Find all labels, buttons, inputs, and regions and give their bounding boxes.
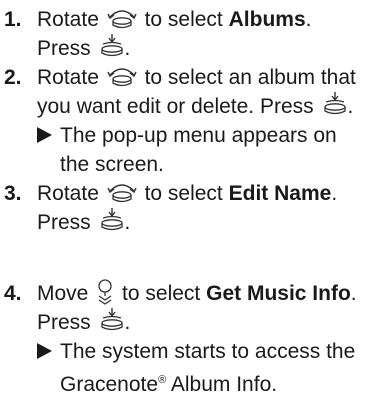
- punctuation: .: [347, 95, 354, 118]
- interface-dial-rotate-icon: [107, 64, 137, 88]
- interface-dial-rotate-icon: [107, 180, 137, 204]
- step-result-note: The system starts to access the: [37, 337, 355, 366]
- step-number: 4.: [4, 282, 22, 305]
- menu-item-name: Albums: [228, 8, 306, 31]
- result-arrow-icon: [37, 127, 52, 143]
- punctuation: .: [305, 8, 312, 31]
- menu-item-name: Get Music Info: [206, 282, 351, 305]
- step-result-note-cont: Gracenote® Album Info.: [60, 366, 277, 399]
- punctuation: .: [350, 282, 357, 305]
- step-text: to select: [144, 8, 223, 31]
- step-line: Rotate to select Albums.: [37, 5, 311, 34]
- step-text: Press: [37, 311, 91, 334]
- punctuation: .: [331, 182, 338, 205]
- step-line: Press .: [37, 208, 130, 237]
- step-line: Press .: [37, 308, 130, 337]
- interface-dial-press-icon: [322, 91, 348, 117]
- step-number: 2.: [4, 66, 22, 89]
- result-arrow-icon: [37, 343, 52, 359]
- step-line: Rotate to select an album that: [37, 63, 356, 92]
- step-number: 3.: [4, 182, 22, 205]
- step-result-note: The pop-up menu appears on: [37, 121, 337, 150]
- step-text: you want edit or delete. Press: [37, 95, 314, 118]
- interface-dial-rotate-icon: [107, 6, 137, 30]
- step-text: to select an album that: [144, 66, 356, 89]
- note-text: Album Info.: [170, 373, 278, 396]
- registered-mark: ®: [158, 374, 167, 386]
- step-text: to select: [144, 182, 223, 205]
- interface-dial-move-down-icon: [96, 279, 114, 306]
- step-text: Press: [37, 211, 91, 234]
- step-line: Press .: [37, 34, 130, 63]
- note-text: The pop-up menu appears on: [60, 124, 337, 147]
- step-text: Rotate: [37, 8, 99, 31]
- punctuation: .: [124, 311, 131, 334]
- step-line: you want edit or delete. Press .: [37, 92, 353, 121]
- note-text: The system starts to access the: [60, 340, 356, 363]
- interface-dial-press-icon: [99, 307, 125, 333]
- note-text: Gracenote: [60, 373, 159, 396]
- step-line: Rotate to select Edit Name.: [37, 179, 337, 208]
- step-text: Rotate: [37, 66, 99, 89]
- step-text: Rotate: [37, 182, 99, 205]
- step-number: 1.: [4, 8, 22, 31]
- interface-dial-press-icon: [99, 207, 125, 233]
- step-line: Move to select Get Music Info.: [37, 279, 357, 308]
- interface-dial-press-icon: [99, 33, 125, 59]
- punctuation: .: [124, 211, 131, 234]
- step-text: Move: [37, 282, 89, 305]
- punctuation: .: [124, 37, 131, 60]
- note-text: the screen.: [60, 153, 164, 176]
- menu-item-name: Edit Name: [228, 182, 332, 205]
- step-result-note-cont: the screen.: [60, 150, 164, 179]
- step-text: Press: [37, 37, 91, 60]
- step-text: to select: [122, 282, 201, 305]
